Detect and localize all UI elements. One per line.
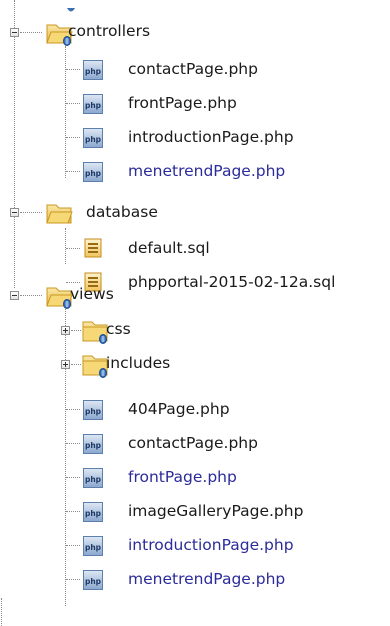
svg-text:php: php: [85, 543, 102, 552]
php-file-icon: php: [82, 467, 104, 493]
partial-badge-icon: [66, 0, 76, 18]
php-file-icon: php: [82, 399, 104, 425]
php-file-icon: php: [82, 535, 104, 561]
file-label: default.sql: [128, 239, 210, 257]
tree-connector: [66, 137, 80, 138]
file-label: contactPage.php: [128, 60, 258, 78]
tree-file[interactable]: php frontPage.php: [0, 463, 390, 493]
tree-connector: [66, 103, 80, 104]
svg-text:php: php: [85, 509, 102, 518]
tree-connector: [20, 295, 42, 296]
tree-folder-css[interactable]: css: [0, 316, 390, 346]
php-file-icon: php: [82, 93, 104, 119]
tree-folder-views[interactable]: views: [0, 281, 390, 311]
tree-folder-includes[interactable]: includes: [0, 350, 390, 380]
tree-folder-database[interactable]: database: [0, 198, 390, 228]
tree-file[interactable]: default.sql: [0, 234, 390, 264]
file-label: 404Page.php: [128, 400, 230, 418]
svg-text:php: php: [85, 67, 102, 76]
tree-file[interactable]: php menetrendPage.php: [0, 565, 390, 595]
php-file-icon: php: [82, 501, 104, 527]
svg-text:php: php: [85, 135, 102, 144]
svg-text:php: php: [85, 441, 102, 450]
file-label: menetrendPage.php: [128, 162, 286, 180]
tree-file[interactable]: php contactPage.php: [0, 55, 390, 85]
file-label: imageGalleryPage.php: [128, 502, 304, 520]
file-label: introductionPage.php: [128, 536, 294, 554]
svg-text:php: php: [85, 475, 102, 484]
tree-connector: [66, 69, 80, 70]
tree-connector: [66, 171, 80, 172]
file-label: menetrendPage.php: [128, 570, 286, 588]
php-file-icon: php: [82, 161, 104, 187]
expand-toggle[interactable]: [61, 360, 70, 369]
file-label: frontPage.php: [128, 94, 237, 112]
collapse-toggle[interactable]: [10, 28, 19, 37]
php-file-icon: php: [82, 433, 104, 459]
svg-text:php: php: [85, 577, 102, 586]
tree-connector: [66, 545, 80, 546]
tree-file[interactable]: php introductionPage.php: [0, 123, 390, 153]
tree-file[interactable]: php menetrendPage.php: [0, 157, 390, 187]
sql-file-icon: [82, 237, 104, 263]
svg-text:php: php: [85, 407, 102, 416]
tree-connector: [66, 248, 80, 249]
expand-toggle[interactable]: [61, 326, 70, 335]
collapse-toggle[interactable]: [10, 208, 19, 217]
php-file-icon: php: [82, 569, 104, 595]
tree-connector: [20, 212, 42, 213]
tree-connector: [66, 579, 80, 580]
tree-connector: [20, 32, 42, 33]
svg-text:php: php: [85, 101, 102, 110]
file-label: introductionPage.php: [128, 128, 294, 146]
tree-file[interactable]: php 404Page.php: [0, 395, 390, 425]
tree-connector: [66, 511, 80, 512]
tree-folder-controllers[interactable]: controllers: [0, 18, 390, 48]
file-label: contactPage.php: [128, 434, 258, 452]
php-file-icon: php: [82, 59, 104, 85]
tree-connector: [66, 477, 80, 478]
folder-label: includes: [106, 354, 171, 372]
folder-label: database: [86, 203, 158, 221]
folder-label: views: [70, 285, 114, 303]
svg-text:php: php: [85, 169, 102, 178]
tree-connector: [66, 443, 80, 444]
folder-label: css: [106, 320, 131, 338]
tree-file[interactable]: php introductionPage.php: [0, 531, 390, 561]
collapse-toggle[interactable]: [10, 291, 19, 300]
tree-guide-left-edge: [1, 598, 2, 626]
folder-label: controllers: [68, 22, 151, 40]
tree-file[interactable]: php contactPage.php: [0, 429, 390, 459]
tree-file[interactable]: php imageGalleryPage.php: [0, 497, 390, 527]
php-file-icon: php: [82, 127, 104, 153]
tree-connector: [66, 409, 80, 410]
folder-open-icon: [44, 199, 74, 231]
tree-file[interactable]: php frontPage.php: [0, 89, 390, 119]
file-label: frontPage.php: [128, 468, 237, 486]
